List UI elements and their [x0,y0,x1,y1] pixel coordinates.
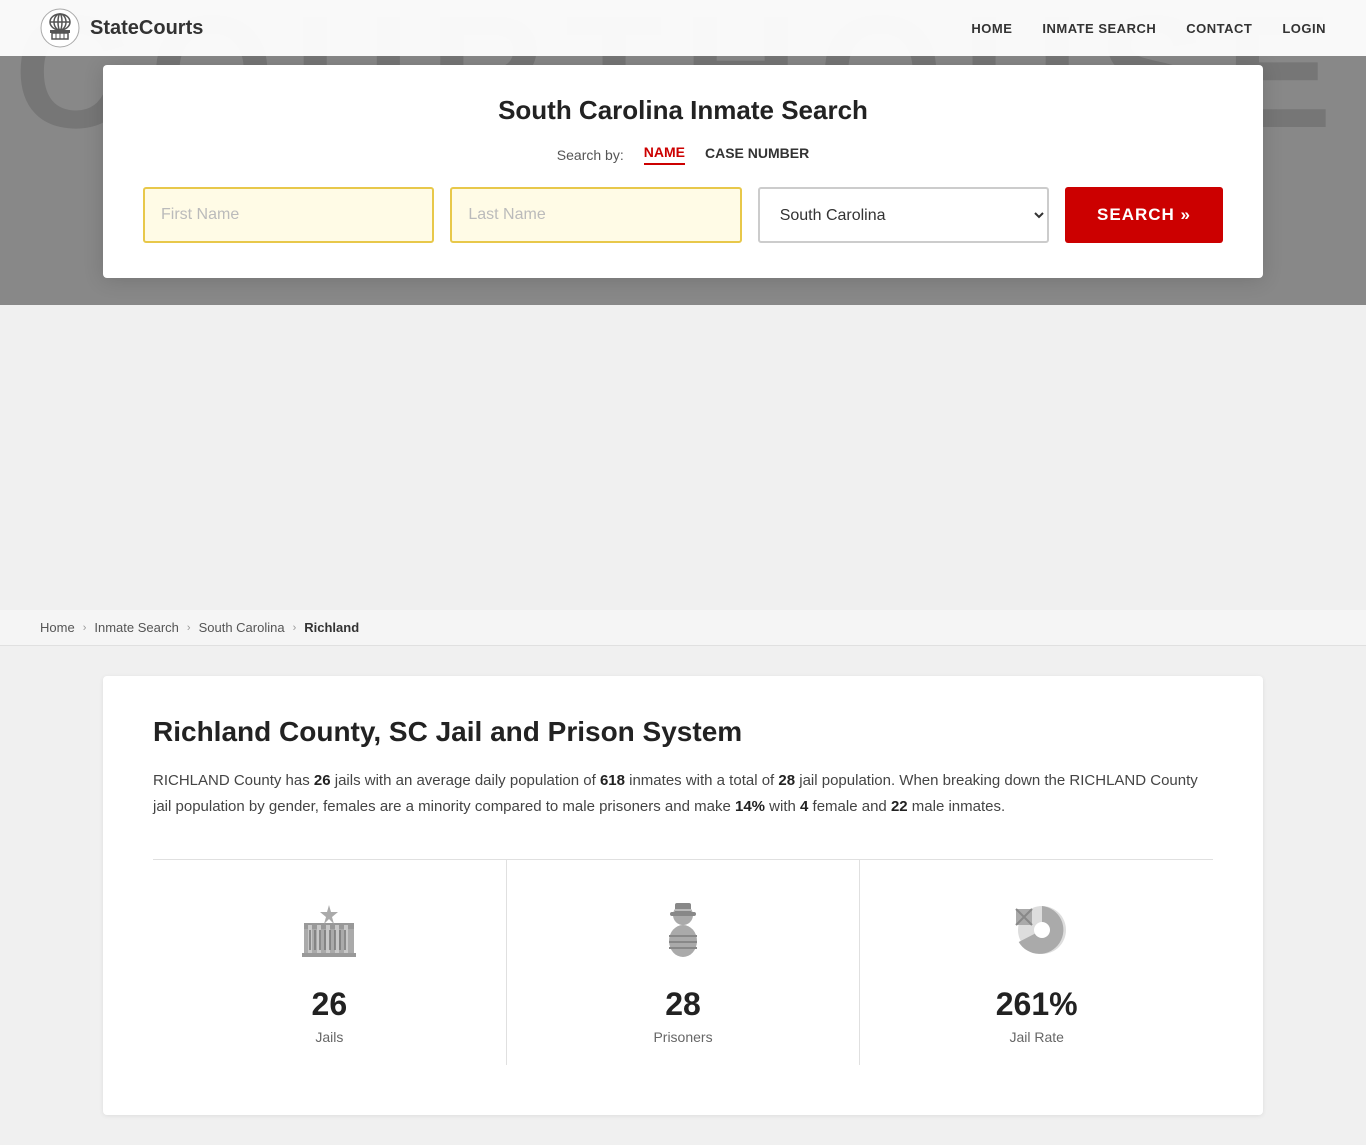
breadcrumb-sep-2: › [187,622,191,634]
search-inputs-row: AlabamaAlaskaArizonaArkansasCaliforniaCo… [143,187,1223,243]
jail-rate-label: Jail Rate [1009,1029,1063,1045]
breadcrumb-sep-3: › [293,622,297,634]
nav-inmate-search[interactable]: INMATE SEARCH [1042,21,1156,36]
logo-text: StateCourts [90,17,203,40]
prisoners-icon [643,890,723,970]
last-name-input[interactable] [450,187,741,243]
logo-icon [40,8,80,48]
jails-label: Jails [315,1029,343,1045]
tab-case-number[interactable]: CASE NUMBER [705,145,809,164]
breadcrumb-south-carolina[interactable]: South Carolina [199,620,285,635]
county-description: RICHLAND County has 26 jails with an ave… [153,768,1213,819]
search-by-row: Search by: NAME CASE NUMBER [143,144,1223,165]
navigation-bar: StateCourts HOME INMATE SEARCH CONTACT L… [0,0,1366,56]
nav-links: HOME INMATE SEARCH CONTACT LOGIN [971,21,1326,36]
search-button[interactable]: SEARCH » [1065,187,1223,243]
breadcrumb: Home › Inmate Search › South Carolina › … [0,610,1366,646]
nav-home[interactable]: HOME [971,21,1012,36]
search-by-label: Search by: [557,147,624,163]
logo-area: StateCourts [40,8,971,48]
breadcrumb-inmate-search[interactable]: Inmate Search [94,620,179,635]
breadcrumb-sep-1: › [83,622,87,634]
search-card-title: South Carolina Inmate Search [143,95,1223,126]
stat-jails: 26 Jails [153,860,507,1065]
county-title: Richland County, SC Jail and Prison Syst… [153,716,1213,748]
header: COURTHOUSE StateCourts HOME INMATE SEARC… [0,0,1366,305]
search-card: South Carolina Inmate Search Search by: … [103,65,1263,278]
jail-rate-number: 261% [996,986,1078,1023]
nav-contact[interactable]: CONTACT [1186,21,1252,36]
jails-number: 26 [312,986,348,1023]
nav-login[interactable]: LOGIN [1282,21,1326,36]
prisoners-label: Prisoners [653,1029,712,1045]
state-select[interactable]: AlabamaAlaskaArizonaArkansasCaliforniaCo… [758,187,1049,243]
main-content: Richland County, SC Jail and Prison Syst… [103,676,1263,1115]
jail-rate-icon [997,890,1077,970]
jails-icon [289,890,369,970]
breadcrumb-current: Richland [304,620,359,635]
tab-name[interactable]: NAME [644,144,685,165]
prisoners-number: 28 [665,986,701,1023]
stats-row: 26 Jails [153,859,1213,1065]
breadcrumb-home[interactable]: Home [40,620,75,635]
stat-jail-rate: 261% Jail Rate [860,860,1213,1065]
stat-prisoners: 28 Prisoners [507,860,861,1065]
first-name-input[interactable] [143,187,434,243]
